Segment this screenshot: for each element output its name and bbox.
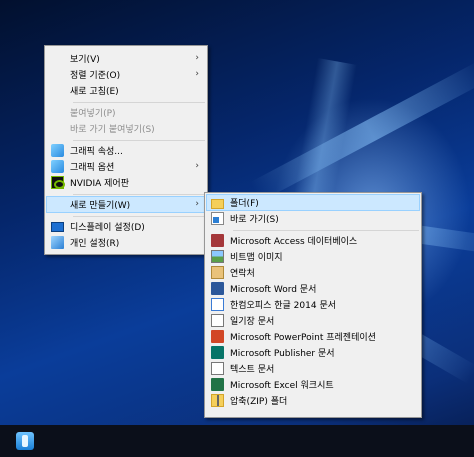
submenu-item-label: 압축(ZIP) 폴더 bbox=[230, 397, 288, 407]
submenu-arrow-icon: › bbox=[195, 69, 199, 79]
display-icon bbox=[51, 222, 64, 232]
menu-item-new[interactable]: 새로 만들기(W) › bbox=[46, 196, 206, 213]
submenu-item-excel[interactable]: Microsoft Excel 워크시트 bbox=[207, 377, 419, 392]
menu-item-sort-by[interactable]: 정렬 기준(O) › bbox=[47, 67, 205, 82]
submenu-arrow-icon: › bbox=[195, 161, 199, 171]
menu-item-nvidia-control-panel[interactable]: NVIDIA 제어판 bbox=[47, 175, 205, 190]
menu-item-graphics-properties[interactable]: 그래픽 속성... bbox=[47, 143, 205, 158]
blank-icon bbox=[51, 84, 64, 97]
intel-graphics-icon bbox=[51, 144, 64, 157]
submenu-item-label: 바로 가기(S) bbox=[230, 215, 279, 225]
menu-item-label: 정렬 기준(O) bbox=[70, 71, 121, 81]
nvidia-icon bbox=[51, 176, 65, 189]
shortcut-icon bbox=[211, 212, 224, 225]
menu-item-paste-shortcut[interactable]: 바로 가기 붙여넣기(S) bbox=[47, 121, 205, 136]
submenu-item-label: Microsoft Excel 워크시트 bbox=[230, 381, 334, 391]
menu-item-label: 새로 고침(E) bbox=[70, 87, 119, 97]
blank-icon bbox=[51, 68, 64, 81]
blank-icon bbox=[51, 122, 64, 135]
menu-item-label: 디스플레이 설정(D) bbox=[70, 223, 145, 233]
text-document-icon bbox=[211, 362, 224, 375]
menu-separator bbox=[73, 102, 205, 103]
submenu-item-label: 텍스트 문서 bbox=[230, 365, 275, 375]
submenu-item-access[interactable]: Microsoft Access 데이터베이스 bbox=[207, 233, 419, 248]
blank-icon bbox=[51, 198, 64, 211]
menu-item-personalize[interactable]: 개인 설정(R) bbox=[47, 235, 205, 250]
submenu-item-text-document[interactable]: 텍스트 문서 bbox=[207, 361, 419, 376]
menu-item-label: 개인 설정(R) bbox=[70, 239, 120, 249]
submenu-item-folder[interactable]: 폴더(F) bbox=[206, 194, 420, 211]
taskbar-app-icon[interactable] bbox=[16, 432, 34, 450]
menu-item-label: 그래픽 옵션 bbox=[70, 163, 115, 173]
zip-folder-icon bbox=[211, 394, 224, 407]
submenu-item-word[interactable]: Microsoft Word 문서 bbox=[207, 281, 419, 296]
menu-item-label: 바로 가기 붙여넣기(S) bbox=[70, 125, 155, 135]
submenu-item-label: 일기장 문서 bbox=[230, 317, 275, 327]
personalize-icon bbox=[51, 236, 64, 249]
submenu-item-label: 비트맵 이미지 bbox=[230, 253, 283, 263]
menu-item-display-settings[interactable]: 디스플레이 설정(D) bbox=[47, 219, 205, 234]
excel-icon bbox=[211, 378, 224, 391]
menu-item-label: 새로 만들기(W) bbox=[70, 201, 131, 211]
submenu-item-contact[interactable]: 연락처 bbox=[207, 265, 419, 280]
submenu-item-label: 연락처 bbox=[230, 269, 255, 279]
submenu-item-powerpoint[interactable]: Microsoft PowerPoint 프레젠테이션 bbox=[207, 329, 419, 344]
menu-separator bbox=[73, 140, 205, 141]
submenu-item-publisher[interactable]: Microsoft Publisher 문서 bbox=[207, 345, 419, 360]
desktop-context-menu: 보기(V) › 정렬 기준(O) › 새로 고침(E) 붙여넣기(P) 바로 가… bbox=[44, 45, 208, 255]
submenu-item-label: 폴더(F) bbox=[230, 199, 259, 209]
submenu-item-label: 한컴오피스 한글 2014 문서 bbox=[230, 301, 337, 311]
menu-separator bbox=[233, 230, 419, 231]
powerpoint-icon bbox=[211, 330, 224, 343]
submenu-item-label: Microsoft Publisher 문서 bbox=[230, 349, 335, 359]
menu-item-label: 보기(V) bbox=[70, 55, 100, 65]
folder-icon bbox=[211, 198, 224, 209]
submenu-item-bitmap[interactable]: 비트맵 이미지 bbox=[207, 249, 419, 264]
submenu-item-journal[interactable]: 일기장 문서 bbox=[207, 313, 419, 328]
menu-item-label: 그래픽 속성... bbox=[70, 147, 123, 157]
menu-separator bbox=[73, 216, 205, 217]
taskbar bbox=[0, 425, 474, 457]
menu-item-paste[interactable]: 붙여넣기(P) bbox=[47, 105, 205, 120]
intel-graphics-icon bbox=[51, 160, 64, 173]
submenu-item-hwp[interactable]: 한컴오피스 한글 2014 문서 bbox=[207, 297, 419, 312]
menu-item-refresh[interactable]: 새로 고침(E) bbox=[47, 83, 205, 98]
blank-icon bbox=[51, 52, 64, 65]
bitmap-icon bbox=[211, 250, 224, 263]
access-icon bbox=[211, 234, 224, 247]
menu-item-label: 붙여넣기(P) bbox=[70, 109, 116, 119]
submenu-arrow-icon: › bbox=[195, 199, 199, 209]
submenu-item-label: Microsoft Word 문서 bbox=[230, 285, 317, 295]
menu-item-graphics-options[interactable]: 그래픽 옵션 › bbox=[47, 159, 205, 174]
submenu-item-shortcut[interactable]: 바로 가기(S) bbox=[207, 211, 419, 226]
submenu-item-label: Microsoft PowerPoint 프레젠테이션 bbox=[230, 333, 376, 343]
contact-icon bbox=[211, 266, 224, 279]
submenu-item-zip-folder[interactable]: 압축(ZIP) 폴더 bbox=[207, 393, 419, 408]
menu-separator bbox=[73, 194, 205, 195]
submenu-item-label: Microsoft Access 데이터베이스 bbox=[230, 237, 358, 247]
blank-icon bbox=[51, 106, 64, 119]
menu-item-label: NVIDIA 제어판 bbox=[70, 179, 129, 189]
new-submenu: 폴더(F) 바로 가기(S) Microsoft Access 데이터베이스 비… bbox=[204, 192, 422, 418]
journal-icon bbox=[211, 314, 224, 327]
word-icon bbox=[211, 282, 224, 295]
menu-item-view[interactable]: 보기(V) › bbox=[47, 51, 205, 66]
submenu-arrow-icon: › bbox=[195, 53, 199, 63]
hwp-icon bbox=[211, 298, 224, 311]
publisher-icon bbox=[211, 346, 224, 359]
